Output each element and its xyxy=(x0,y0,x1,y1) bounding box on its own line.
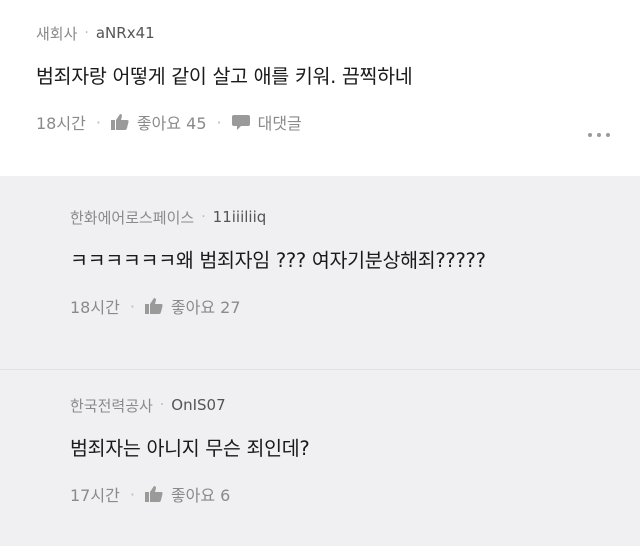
reply-actions: 17시간 · 좋아요 6 xyxy=(70,482,640,506)
speech-bubble-icon xyxy=(231,114,250,130)
reply-label: 대댓글 xyxy=(257,114,302,133)
separator-dot: · xyxy=(159,397,165,413)
separator-dot: · xyxy=(201,209,206,225)
author-nickname[interactable]: 11iiiliiq xyxy=(213,208,267,226)
author-nickname[interactable]: aNRx41 xyxy=(96,24,155,42)
company-name: 한화에어로스페이스 xyxy=(70,208,195,227)
reply-button[interactable]: 대댓글 xyxy=(231,110,302,134)
comment-meta: 새회사 · aNRx41 xyxy=(36,22,640,44)
company-name: 새회사 xyxy=(36,24,78,43)
company-name: 한국전력공사 xyxy=(70,396,153,415)
reply-text: ㅋㅋㅋㅋㅋㅋ왜 범죄자임 ??? 여자기분상해죄????? xyxy=(70,249,486,272)
thumbs-up-icon xyxy=(110,114,129,130)
comment-time: 18시간 xyxy=(36,114,86,133)
reply-item: 한화에어로스페이스 · 11iiiliiq ㅋㅋㅋㅋㅋㅋ왜 범죄자임 ??? 여… xyxy=(0,177,640,370)
separator-dot: · xyxy=(84,25,89,41)
like-label: 좋아요 27 xyxy=(170,298,241,317)
replies-section: 한화에어로스페이스 · 11iiiliiq ㅋㅋㅋㅋㅋㅋ왜 범죄자임 ??? 여… xyxy=(0,176,640,546)
like-button[interactable]: 좋아요 6 xyxy=(144,482,231,506)
reply-actions: 18시간 · 좋아요 27 xyxy=(70,294,640,318)
reply-meta: 한국전력공사 · OnIS07 xyxy=(70,394,640,416)
comment-item: 새회사 · aNRx41 범죄자랑 어떻게 같이 살고 애를 키워. 끔찍하네 … xyxy=(0,0,640,176)
separator-dot: · xyxy=(95,112,101,132)
like-label: 좋아요 45 xyxy=(136,114,207,133)
separator-dot: · xyxy=(216,112,222,132)
thumbs-up-icon xyxy=(144,486,163,502)
separator-dot: · xyxy=(129,296,135,316)
thumbs-up-icon xyxy=(144,298,163,314)
more-dots-icon[interactable] xyxy=(588,133,610,137)
reply-text: 범죄자는 아니지 무슨 죄인데? xyxy=(70,437,310,460)
reply-item: 한국전력공사 · OnIS07 범죄자는 아니지 무슨 죄인데? 17시간 · … xyxy=(0,370,640,546)
author-nickname[interactable]: OnIS07 xyxy=(171,396,225,414)
comment-text: 범죄자랑 어떻게 같이 살고 애를 키워. 끔찍하네 xyxy=(36,65,413,88)
separator-dot: · xyxy=(129,484,135,504)
like-button[interactable]: 좋아요 27 xyxy=(144,294,241,318)
reply-time: 18시간 xyxy=(70,298,120,317)
reply-meta: 한화에어로스페이스 · 11iiiliiq xyxy=(70,206,640,228)
comment-actions: 18시간 · 좋아요 45 · 대댓글 xyxy=(36,110,640,134)
like-label: 좋아요 6 xyxy=(170,486,231,505)
like-button[interactable]: 좋아요 45 xyxy=(110,110,207,134)
reply-time: 17시간 xyxy=(70,486,120,505)
